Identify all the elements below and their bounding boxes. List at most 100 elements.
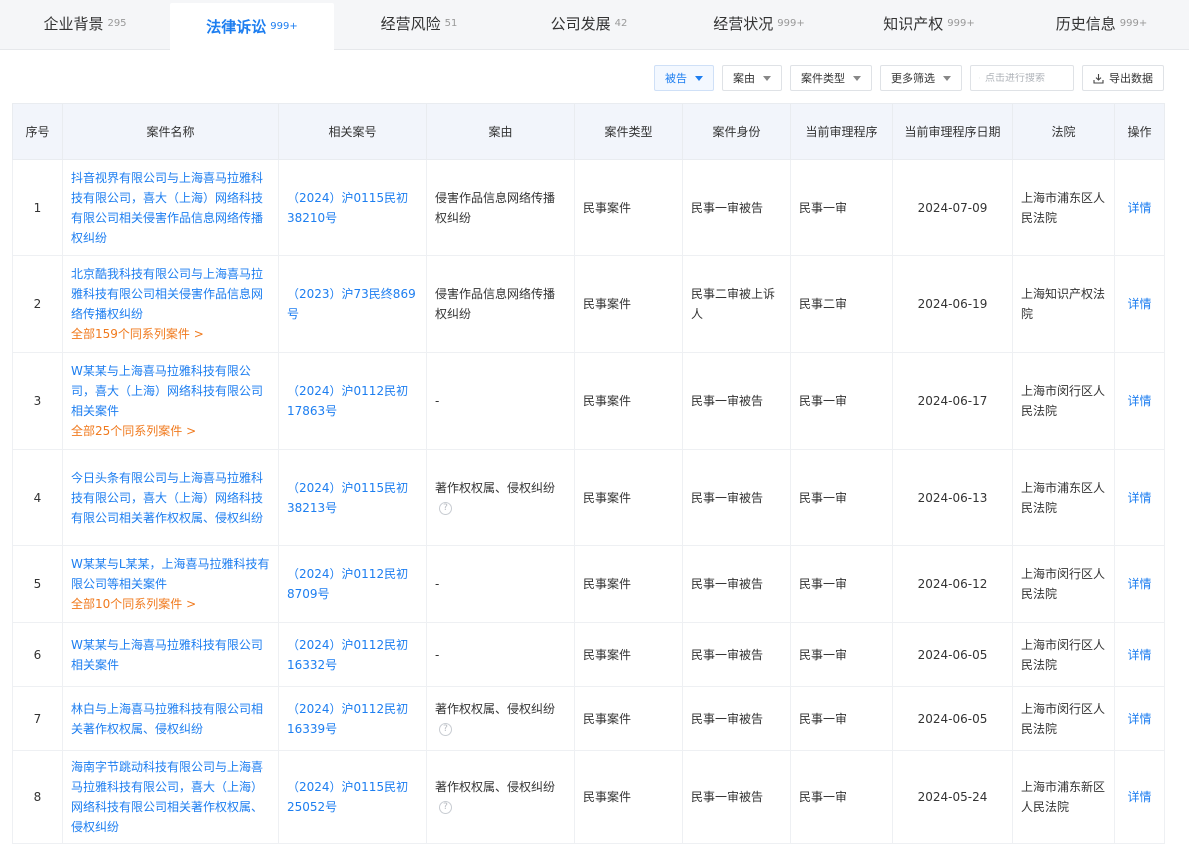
row-index-text: 2 <box>33 297 42 311</box>
action-cell-text[interactable]: 详情 <box>1127 491 1151 505</box>
row-index-text: 5 <box>33 577 42 591</box>
filter-more-dropdown[interactable]: 更多筛选 <box>880 65 962 91</box>
case-name-cell-text[interactable]: W某某与上海喜马拉雅科技有限公司，喜大（上海）网络科技有限公司相关案件 <box>71 364 263 418</box>
procedure-cell: 民事一审 <box>790 545 893 623</box>
procedure-cell-text: 民事一审 <box>799 394 848 408</box>
help-question-icon[interactable]: ? <box>439 501 452 515</box>
procedure-date-cell: 2024-05-24 <box>892 750 1013 844</box>
action-cell-text[interactable]: 详情 <box>1127 712 1151 726</box>
row-index: 8 <box>12 750 63 844</box>
procedure-date-cell-text: 2024-06-05 <box>917 711 988 726</box>
export-button[interactable]: 导出数据 <box>1082 65 1164 91</box>
case-role-cell: 民事一审被告 <box>682 750 791 844</box>
court-cell-text: 上海市浦东区人民法院 <box>1021 190 1106 225</box>
table-row: 1 抖音视界有限公司与上海喜马拉雅科技有限公司，喜大（上海）网络科技有限公司相关侵… <box>12 159 1165 256</box>
case-type-cell-text: 民事案件 <box>583 577 632 591</box>
cause-cell: - <box>426 545 575 623</box>
tab-2[interactable]: 经营风险 51 <box>334 0 504 46</box>
tab-6[interactable]: 历史信息 999+ <box>1014 0 1189 46</box>
filter-role-dropdown[interactable]: 被告 <box>654 65 714 91</box>
lawsuit-table-container: 序号 案件名称 相关案号 案由 案件类型 案件身份 当前审理程序 当前审理程序日… <box>12 103 1165 844</box>
case-number-cell-text[interactable]: （2024）沪0115民初38213号 <box>287 481 408 515</box>
court-cell-text: 上海知识产权法院 <box>1021 287 1106 321</box>
case-name-cell-text[interactable]: 林白与上海喜马拉雅科技有限公司相关著作权权属、侵权纠纷 <box>71 702 263 736</box>
cause-cell: - <box>426 352 575 450</box>
action-cell: 详情 <box>1114 159 1165 256</box>
procedure-cell: 民事二审 <box>790 255 893 353</box>
action-cell-text[interactable]: 详情 <box>1127 394 1151 408</box>
case-name-cell-text[interactable]: W某某与L某某，上海喜马拉雅科技有限公司等相关案件 <box>71 557 270 591</box>
cause-cell: - <box>426 622 575 687</box>
table-row: 7 林白与上海喜马拉雅科技有限公司相关著作权权属、侵权纠纷 （2024）沪0112民… <box>12 686 1165 751</box>
case-name-cell-text[interactable]: 北京酷我科技有限公司与上海喜马拉雅科技有限公司相关侵害作品信息网络传播权纠纷 <box>71 267 263 321</box>
filter-cause-label: 案由 <box>733 72 755 85</box>
tab-5[interactable]: 知识产权 999+ <box>844 0 1014 46</box>
case-name-cell: 今日头条有限公司与上海喜马拉雅科技有限公司，喜大（上海）网络科技有限公司相关著作… <box>62 449 279 546</box>
case-role-cell-text: 民事一审被告 <box>691 490 764 505</box>
cause-cell-text: - <box>435 394 440 408</box>
action-cell-text[interactable]: 详情 <box>1127 648 1151 662</box>
tab-label: 企业背景 <box>43 14 104 33</box>
action-cell-text[interactable]: 详情 <box>1127 577 1151 591</box>
procedure-cell-text: 民事一审 <box>799 490 848 505</box>
series-cases-link[interactable]: 全部10个同系列案件 > <box>71 594 270 614</box>
case-role-cell: 民事一审被告 <box>682 449 791 546</box>
court-cell: 上海市浦东区人民法院 <box>1012 449 1115 546</box>
tab-1[interactable]: 法律诉讼 999+ <box>170 3 334 50</box>
tab-label: 历史信息 <box>1055 14 1116 33</box>
procedure-cell-text: 民事一审 <box>799 200 848 215</box>
action-cell: 详情 <box>1114 750 1165 844</box>
action-cell-text[interactable]: 详情 <box>1127 297 1151 311</box>
case-type-cell: 民事案件 <box>574 159 683 256</box>
case-role-cell-text: 民事一审被告 <box>691 647 764 662</box>
tab-4[interactable]: 经营状况 999+ <box>674 0 844 46</box>
cause-cell-text: - <box>435 647 440 662</box>
case-number-cell-text[interactable]: （2024）沪0112民初8709号 <box>287 567 408 601</box>
procedure-date-cell: 2024-06-13 <box>892 449 1013 546</box>
help-question-icon[interactable]: ? <box>439 722 452 736</box>
case-type-cell-text: 民事案件 <box>583 490 632 505</box>
header-case-name: 案件名称 <box>62 103 279 160</box>
tab-count-badge: 999+ <box>777 17 805 29</box>
case-number-cell-text[interactable]: （2023）沪73民终869号 <box>287 287 416 321</box>
filter-cause-dropdown[interactable]: 案由 <box>722 65 782 91</box>
case-name-cell: W某某与上海喜马拉雅科技有限公司，喜大（上海）网络科技有限公司相关案件全部25个… <box>62 352 279 450</box>
cause-cell: 侵害作品信息网络传播权纠纷 <box>426 255 575 353</box>
action-cell-text[interactable]: 详情 <box>1127 790 1151 804</box>
court-cell-text: 上海市浦东区人民法院 <box>1021 480 1106 515</box>
case-number-cell-text[interactable]: （2024）沪0112民初16339号 <box>287 702 408 736</box>
series-cases-link[interactable]: 全部159个同系列案件 > <box>71 324 270 344</box>
case-number-cell-text[interactable]: （2024）沪0115民初25052号 <box>287 780 408 814</box>
case-name-cell: W某某与上海喜马拉雅科技有限公司相关案件 <box>62 622 279 687</box>
tab-label: 公司发展 <box>550 14 611 33</box>
procedure-cell: 民事一审 <box>790 159 893 256</box>
case-number-cell-text[interactable]: （2024）沪0112民初16332号 <box>287 638 408 672</box>
section-tabs: 企业背景 295 法律诉讼 999+ 经营风险 51 公司发展 42 经营状况 999+ 知识产权 9… <box>0 0 1189 50</box>
cause-cell-text: 侵害作品信息网络传播权纠纷 <box>435 190 556 225</box>
search-input[interactable] <box>985 72 1065 84</box>
tab-0[interactable]: 企业背景 295 <box>0 0 170 46</box>
case-type-cell: 民事案件 <box>574 750 683 844</box>
case-name-cell-text[interactable]: W某某与上海喜马拉雅科技有限公司相关案件 <box>71 638 263 672</box>
case-name-cell-text[interactable]: 抖音视界有限公司与上海喜马拉雅科技有限公司，喜大（上海）网络科技有限公司相关侵害… <box>71 171 263 245</box>
caret-down-icon <box>853 75 861 81</box>
action-cell: 详情 <box>1114 545 1165 623</box>
case-number-cell: （2024）沪0115民初38213号 <box>278 449 427 546</box>
procedure-date-cell: 2024-06-12 <box>892 545 1013 623</box>
help-question-icon[interactable]: ? <box>439 801 452 814</box>
case-number-cell-text[interactable]: （2024）沪0115民初38210号 <box>287 191 408 225</box>
tab-3[interactable]: 公司发展 42 <box>504 0 674 46</box>
series-cases-link[interactable]: 全部25个同系列案件 > <box>71 421 270 441</box>
case-name-cell-text[interactable]: 今日头条有限公司与上海喜马拉雅科技有限公司，喜大（上海）网络科技有限公司相关著作… <box>71 471 263 525</box>
case-type-cell-text: 民事案件 <box>583 394 632 408</box>
case-type-cell-text: 民事案件 <box>583 790 632 804</box>
filter-type-dropdown[interactable]: 案件类型 <box>790 65 872 91</box>
action-cell-text[interactable]: 详情 <box>1127 201 1151 215</box>
case-name-cell-text[interactable]: 海南字节跳动科技有限公司与上海喜马拉雅科技有限公司，喜大（上海）网络科技有限公司… <box>71 760 263 834</box>
case-number-cell-text[interactable]: （2024）沪0112民初17863号 <box>287 384 408 418</box>
caret-down-icon <box>695 75 703 81</box>
search-box <box>970 65 1074 91</box>
case-name-cell: 林白与上海喜马拉雅科技有限公司相关著作权权属、侵权纠纷 <box>62 686 279 751</box>
procedure-cell: 民事一审 <box>790 352 893 450</box>
caret-down-icon <box>943 75 951 81</box>
